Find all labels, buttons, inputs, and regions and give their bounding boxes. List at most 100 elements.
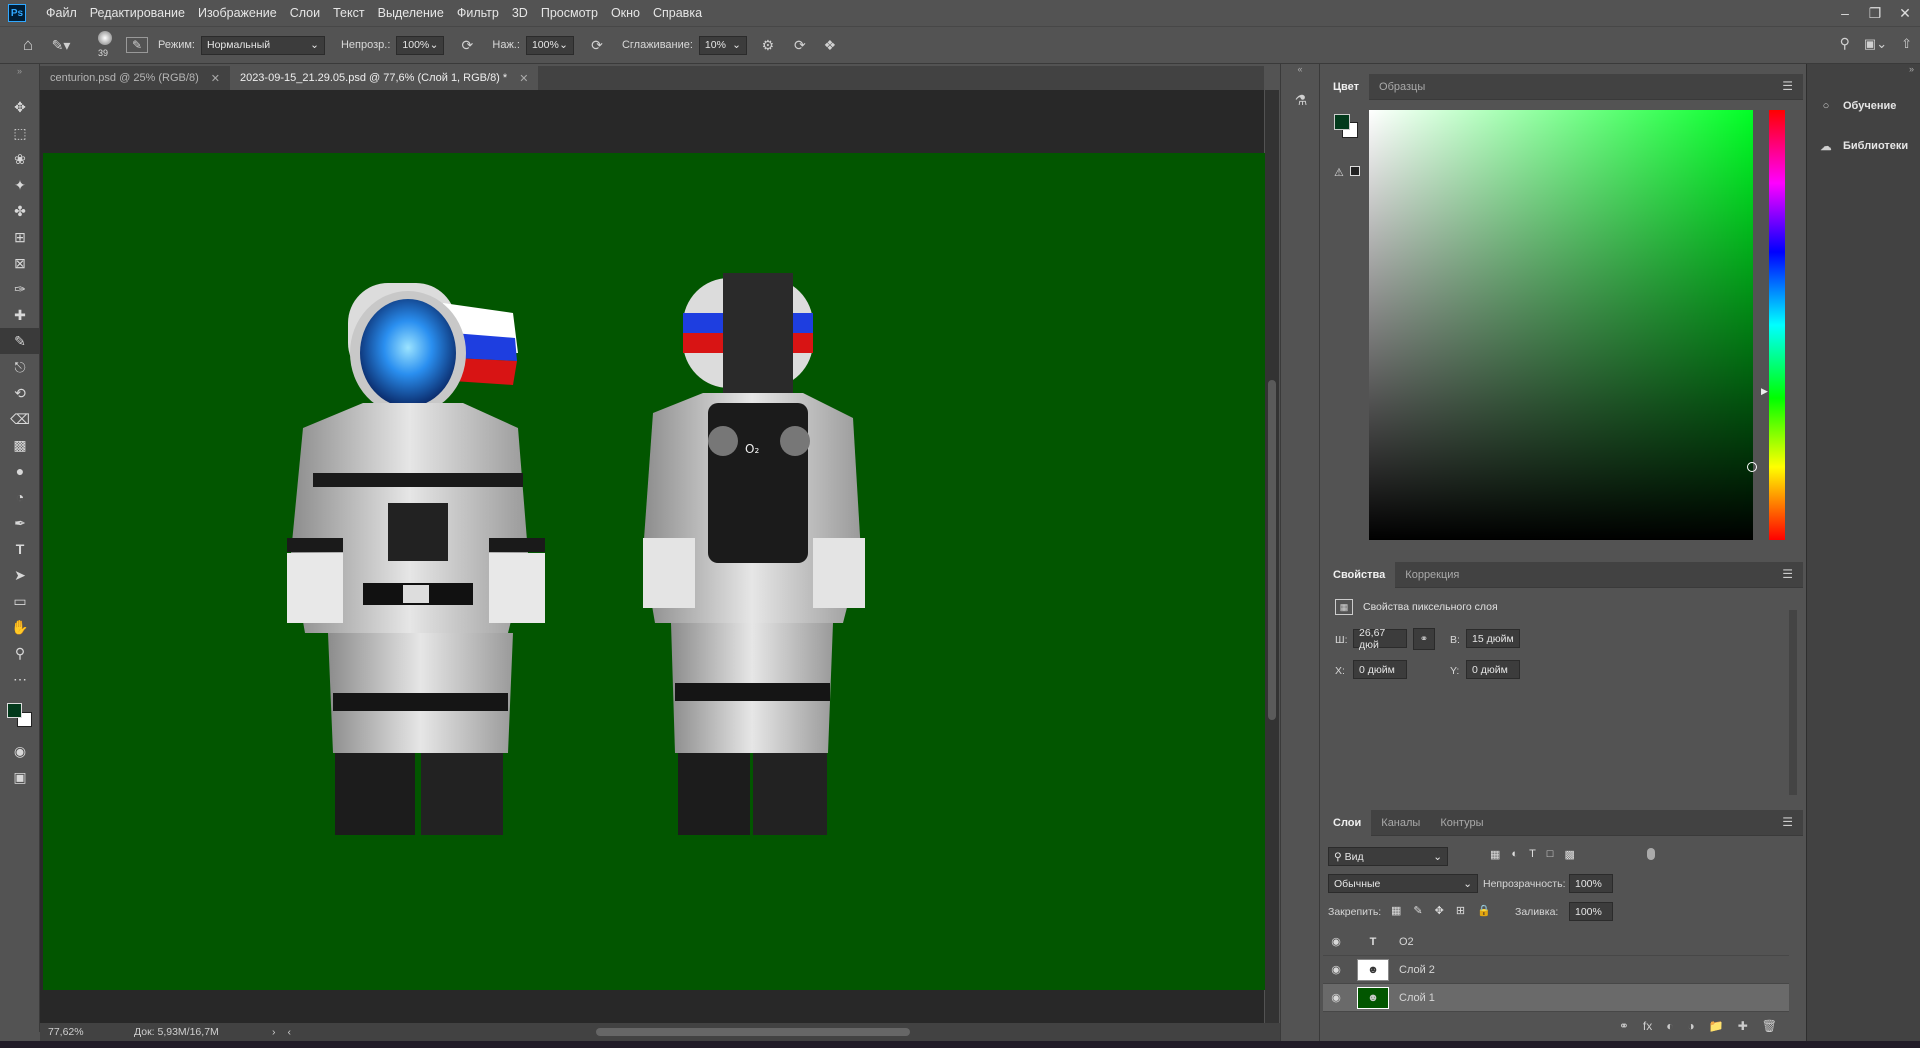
menu-3d[interactable]: 3D bbox=[512, 6, 528, 20]
eraser-tool-icon[interactable]: ⌫ bbox=[0, 406, 40, 432]
type-tool-icon[interactable]: T bbox=[0, 536, 40, 562]
restore-icon[interactable]: ❐ bbox=[1860, 0, 1890, 26]
lock-transparency-icon[interactable]: ▦ bbox=[1391, 904, 1401, 917]
marquee-tool-icon[interactable]: ⬚ bbox=[0, 120, 40, 146]
close-icon[interactable]: ✕ bbox=[1890, 0, 1920, 26]
menu-edit[interactable]: Редактирование bbox=[90, 6, 185, 20]
filter-toggle[interactable] bbox=[1647, 848, 1655, 860]
gradient-tool-icon[interactable]: ▩ bbox=[0, 432, 40, 458]
tab-adjustments[interactable]: Коррекция bbox=[1395, 562, 1469, 588]
adjustment-layer-icon[interactable]: ◑ bbox=[1688, 1019, 1695, 1033]
close-icon[interactable]: ✕ bbox=[211, 72, 220, 85]
link-layers-icon[interactable]: ⚭ bbox=[1619, 1019, 1629, 1033]
menu-layers[interactable]: Слои bbox=[290, 6, 320, 20]
eye-icon[interactable]: ◉ bbox=[1323, 935, 1349, 948]
brush-panel-toggle-icon[interactable]: ✎ bbox=[126, 37, 148, 53]
tab-paths[interactable]: Контуры bbox=[1430, 810, 1493, 836]
layer-row-layer-2[interactable]: ◉ ☻ Слой 2 bbox=[1323, 956, 1789, 984]
chevron-right-icon[interactable]: › bbox=[272, 1026, 276, 1038]
delete-layer-icon[interactable]: 🗑 bbox=[1762, 1019, 1777, 1033]
menu-view[interactable]: Просмотр bbox=[541, 6, 598, 20]
more-tools-icon[interactable]: ⋯ bbox=[0, 666, 40, 692]
foreground-color-swatch[interactable] bbox=[7, 703, 22, 718]
tab-color[interactable]: Цвет bbox=[1323, 73, 1370, 100]
fx-icon[interactable]: fx bbox=[1643, 1019, 1652, 1033]
hue-slider[interactable] bbox=[1769, 110, 1785, 540]
path-select-tool-icon[interactable]: ➤ bbox=[0, 562, 40, 588]
stamp-tool-icon[interactable]: ⎋ bbox=[0, 354, 40, 380]
color-swatches[interactable] bbox=[0, 692, 40, 738]
adjustment-filter-icon[interactable]: ◐ bbox=[1511, 848, 1518, 861]
height-input[interactable]: 15 дюйм bbox=[1466, 629, 1520, 648]
layer-opacity-input[interactable]: 100% bbox=[1569, 874, 1613, 893]
pressure-size-icon[interactable]: ⟳ bbox=[783, 37, 817, 54]
x-input[interactable]: 0 дюйм bbox=[1353, 660, 1407, 679]
web-safe-color-icon[interactable] bbox=[1350, 166, 1360, 176]
menu-window[interactable]: Окно bbox=[611, 6, 640, 20]
crop-tool-icon[interactable]: ⊞ bbox=[0, 224, 40, 250]
fill-input[interactable]: 100% bbox=[1569, 902, 1613, 921]
history-panel-icon[interactable]: ⚗ bbox=[1281, 86, 1321, 114]
canvas-area[interactable]: O₂ bbox=[40, 90, 1267, 1023]
layer-row-layer-1[interactable]: ◉ ☻ Слой 1 bbox=[1323, 984, 1789, 1012]
opacity-input[interactable]: 100% ⌄ bbox=[396, 35, 445, 55]
layer-name[interactable]: Слой 2 bbox=[1399, 964, 1435, 976]
gear-icon[interactable]: ⚙ bbox=[753, 37, 783, 54]
vertical-scroll-thumb[interactable] bbox=[1268, 380, 1276, 720]
frame-tool-icon[interactable]: ⊠ bbox=[0, 250, 40, 276]
smart-object-filter-icon[interactable]: ▩ bbox=[1564, 848, 1574, 861]
history-brush-tool-icon[interactable]: ⟲ bbox=[0, 380, 40, 406]
y-input[interactable]: 0 дюйм bbox=[1466, 660, 1520, 679]
tab-swatches[interactable]: Образцы bbox=[1369, 74, 1435, 100]
tab-properties[interactable]: Свойства bbox=[1323, 561, 1396, 588]
brush-tool-icon[interactable]: ✎ bbox=[0, 328, 40, 354]
blend-mode-select[interactable]: Обычные ⌄ bbox=[1328, 874, 1478, 893]
quick-select-tool-icon[interactable]: ✤ bbox=[0, 198, 40, 224]
collapse-right-icon[interactable]: » bbox=[1807, 64, 1920, 86]
layer-filter-select[interactable]: ⚲ Вид ⌄ bbox=[1328, 847, 1448, 866]
width-input[interactable]: 26,67 дюй bbox=[1353, 627, 1407, 651]
tab-centurion[interactable]: centurion.psd @ 25% (RGB/8) ✕ bbox=[40, 66, 230, 90]
menu-file[interactable]: Файл bbox=[46, 6, 77, 20]
close-icon[interactable]: ✕ bbox=[519, 72, 528, 85]
new-layer-icon[interactable]: ✚ bbox=[1738, 1019, 1748, 1033]
magic-wand-tool-icon[interactable]: ✦ bbox=[0, 172, 40, 198]
tab-channels[interactable]: Каналы bbox=[1371, 810, 1430, 836]
share-icon[interactable]: ⇧ bbox=[1901, 35, 1912, 52]
move-tool-icon[interactable]: ✥ bbox=[0, 94, 40, 120]
text-filter-icon[interactable]: T bbox=[1529, 848, 1536, 861]
properties-scrollbar[interactable] bbox=[1789, 610, 1797, 795]
panel-menu-icon[interactable]: ☰ bbox=[1782, 567, 1793, 581]
libraries-panel-button[interactable]: ☁ Библиотеки bbox=[1807, 126, 1920, 166]
hand-tool-icon[interactable]: ✋ bbox=[0, 614, 40, 640]
menu-image[interactable]: Изображение bbox=[198, 6, 277, 20]
layer-row-o2[interactable]: ◉ T O2 bbox=[1323, 928, 1789, 956]
panel-color-swatches[interactable] bbox=[1334, 114, 1358, 138]
hue-slider-handle-icon[interactable]: ▶ bbox=[1761, 386, 1768, 397]
expand-panels-icon[interactable]: « bbox=[1281, 64, 1319, 86]
airbrush-icon[interactable]: ⟳ bbox=[582, 37, 612, 54]
image-filter-icon[interactable]: ▦ bbox=[1490, 848, 1500, 861]
color-picker-cursor[interactable] bbox=[1747, 462, 1757, 472]
add-mask-icon[interactable]: ◐ bbox=[1666, 1019, 1673, 1033]
menu-select[interactable]: Выделение bbox=[378, 6, 444, 20]
eye-icon[interactable]: ◉ bbox=[1323, 963, 1349, 976]
search-icon[interactable]: ⚲ bbox=[1840, 35, 1850, 52]
tab-layers[interactable]: Слои bbox=[1323, 809, 1372, 836]
minimize-icon[interactable]: – bbox=[1830, 0, 1860, 26]
learn-panel-button[interactable]: ○ Обучение bbox=[1807, 86, 1920, 126]
dodge-tool-icon[interactable]: ◔ bbox=[0, 484, 40, 510]
screen-mode-icon[interactable]: ▣ bbox=[0, 764, 40, 790]
symmetry-icon[interactable]: ❖ bbox=[817, 37, 843, 54]
zoom-tool-icon[interactable]: ⚲ bbox=[0, 640, 40, 666]
lock-pixels-icon[interactable]: ✎ bbox=[1413, 904, 1422, 917]
horizontal-scroll-thumb[interactable] bbox=[596, 1028, 910, 1036]
link-icon[interactable]: ⚭ bbox=[1413, 628, 1435, 650]
gamut-warning-icon[interactable]: ⚠ bbox=[1334, 166, 1344, 179]
pressure-input[interactable]: 100% ⌄ bbox=[525, 35, 574, 55]
brush-size-picker[interactable]: 39 bbox=[86, 28, 126, 62]
menu-text[interactable]: Текст bbox=[333, 6, 364, 20]
brush-tool-preset-icon[interactable]: ✎▾ bbox=[46, 37, 76, 54]
lasso-tool-icon[interactable]: ❀ bbox=[0, 146, 40, 172]
tab-current-document[interactable]: 2023-09-15_21.29.05.psd @ 77,6% (Слой 1,… bbox=[229, 66, 539, 90]
